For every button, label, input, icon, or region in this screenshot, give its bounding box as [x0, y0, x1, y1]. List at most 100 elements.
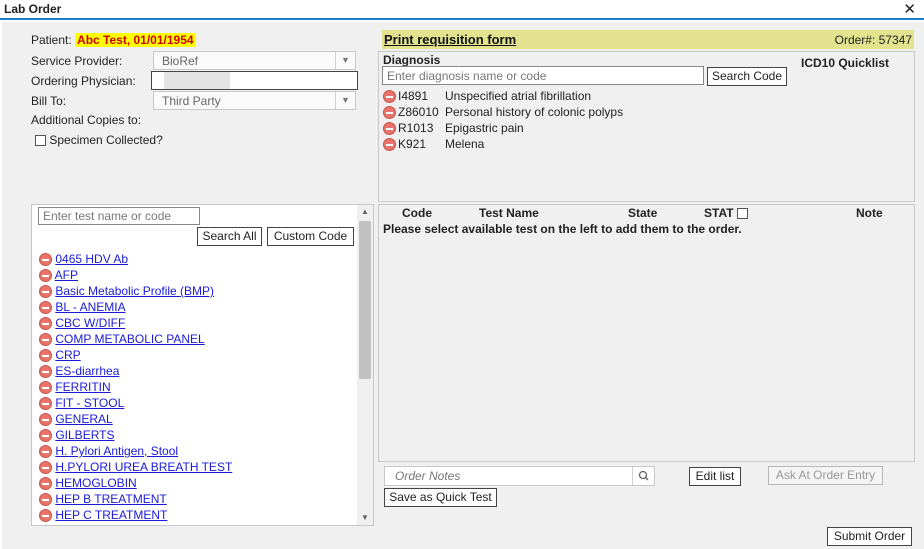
column-stat: STAT — [704, 206, 748, 220]
test-list-item: 0465 HDV Ab — [39, 252, 351, 268]
patient-label: Patient: — [31, 33, 72, 47]
test-list-item: GILBERTS — [39, 428, 351, 444]
remove-icon[interactable] — [39, 429, 52, 443]
remove-icon[interactable] — [39, 301, 52, 315]
submit-order-button[interactable]: Submit Order — [827, 527, 912, 546]
column-code: Code — [402, 206, 432, 220]
diagnosis-description: Personal history of colonic polyps — [445, 105, 624, 119]
diagnosis-description: Melena — [445, 137, 485, 151]
test-link[interactable]: COMP METABOLIC PANEL — [55, 332, 204, 346]
test-link[interactable]: HEP B TREATMENT — [55, 492, 166, 506]
search-all-button[interactable]: Search All — [197, 227, 262, 246]
scroll-up-arrow-icon[interactable]: ▲ — [358, 207, 372, 216]
test-link[interactable]: GENERAL — [55, 412, 112, 426]
save-quick-test-button[interactable]: Save as Quick Test — [384, 488, 497, 507]
close-icon[interactable]: ✕ — [903, 0, 916, 18]
test-search-panel: Enter test name or code Search All Custo… — [31, 204, 374, 526]
specimen-collected-checkbox[interactable] — [35, 135, 46, 147]
test-list-item: HEMOGLOBIN — [39, 476, 351, 492]
print-requisition-link[interactable]: Print requisition form — [384, 32, 516, 47]
diagnosis-code: I4891 — [398, 89, 429, 103]
remove-icon[interactable] — [39, 397, 52, 411]
ask-at-order-entry-button[interactable]: Ask At Order Entry — [768, 466, 883, 485]
remove-icon[interactable] — [39, 365, 52, 379]
remove-icon[interactable] — [39, 477, 52, 491]
edit-list-button[interactable]: Edit list — [689, 467, 741, 486]
test-link[interactable]: GILBERTS — [55, 428, 114, 442]
diagnosis-list: I4891 Unspecified atrial fibrillation Z860… — [383, 89, 903, 153]
specimen-collected-row: Specimen Collected? — [35, 133, 163, 147]
diagnosis-code: K921 — [398, 137, 427, 151]
custom-code-button[interactable]: Custom Code — [267, 227, 354, 246]
remove-icon[interactable] — [39, 461, 52, 475]
column-test-name: Test Name — [479, 206, 539, 220]
remove-icon[interactable] — [39, 285, 52, 299]
diagnosis-search-input[interactable]: Enter diagnosis name or code — [382, 66, 704, 85]
test-link[interactable]: H. Pylori Antigen, Stool — [55, 444, 178, 458]
search-icon[interactable] — [632, 467, 654, 485]
remove-icon[interactable] — [383, 90, 396, 104]
test-link[interactable]: HEP C TREATMENT — [55, 508, 167, 522]
title-bar: Lab Order ✕ — [0, 0, 924, 20]
diagnosis-item: I4891 Unspecified atrial fibrillation — [383, 89, 903, 105]
redacted-physician-name — [164, 72, 230, 89]
diagnosis-description: Unspecified atrial fibrillation — [445, 89, 592, 103]
service-provider-select[interactable]: BioRef ▼ — [153, 51, 356, 70]
stat-all-checkbox[interactable] — [736, 208, 748, 220]
diagnosis-description: Epigastric pain — [445, 121, 524, 135]
window-title: Lab Order — [4, 2, 62, 16]
remove-icon[interactable] — [39, 493, 52, 507]
test-list-item: GENERAL — [39, 412, 351, 428]
diagnosis-item: Z86010 Personal history of colonic polyps — [383, 105, 903, 121]
icd10-quicklist-link[interactable]: ICD10 Quicklist — [801, 56, 889, 70]
search-code-button[interactable]: Search Code — [707, 67, 787, 86]
test-link[interactable]: FIT - STOOL — [55, 396, 124, 410]
test-list-item: COMP METABOLIC PANEL — [39, 332, 351, 348]
test-list-item: HEP B TREATMENT — [39, 492, 351, 508]
test-list-item: H. Pylori Antigen, Stool — [39, 444, 351, 460]
scroll-thumb[interactable] — [359, 221, 371, 379]
test-search-input[interactable]: Enter test name or code — [38, 207, 200, 225]
diagnosis-heading: Diagnosis — [383, 53, 441, 67]
remove-icon[interactable] — [39, 509, 52, 523]
test-link[interactable]: H.PYLORI UREA BREATH TEST — [55, 460, 232, 474]
remove-icon[interactable] — [39, 381, 52, 395]
column-stat-label: STAT — [704, 206, 734, 220]
test-link[interactable]: CRP — [55, 348, 80, 362]
test-link[interactable]: 0465 HDV Ab — [55, 252, 128, 266]
order-number: Order#: 57347 — [834, 33, 912, 47]
test-link[interactable]: ES-diarrhea — [55, 364, 119, 378]
column-state: State — [628, 206, 658, 220]
scroll-down-arrow-icon[interactable]: ▼ — [358, 513, 372, 522]
remove-icon[interactable] — [39, 413, 52, 427]
remove-icon[interactable] — [383, 106, 396, 120]
remove-icon[interactable] — [39, 445, 52, 459]
test-link[interactable]: BL - ANEMIA — [55, 300, 125, 314]
remove-icon[interactable] — [39, 349, 52, 363]
order-notes-placeholder: Order Notes — [395, 469, 461, 483]
remove-icon[interactable] — [39, 269, 52, 283]
remove-icon[interactable] — [383, 138, 396, 152]
remove-icon[interactable] — [39, 317, 52, 331]
test-link[interactable]: CBC W/DIFF — [55, 316, 125, 330]
test-link[interactable]: AFP — [55, 268, 78, 282]
diagnosis-code: Z86010 — [398, 105, 439, 119]
test-list-item: FIT - STOOL — [39, 396, 351, 412]
remove-icon[interactable] — [39, 333, 52, 347]
remove-icon[interactable] — [383, 122, 396, 136]
order-notes-input[interactable]: Order Notes — [384, 466, 655, 486]
test-link[interactable]: HEMOGLOBIN — [55, 476, 136, 490]
test-link[interactable]: Basic Metabolic Profile (BMP) — [55, 284, 214, 298]
test-list-scrollbar[interactable]: ▲ ▼ — [357, 205, 373, 525]
bill-to-select[interactable]: Third Party ▼ — [153, 91, 356, 110]
test-link[interactable]: FERRITIN — [55, 380, 110, 394]
ordering-physician-field[interactable] — [151, 71, 358, 90]
test-list-item: HEP C TREATMENT — [39, 508, 351, 524]
bill-to-value: Third Party — [162, 94, 221, 108]
specimen-collected-label: Specimen Collected? — [49, 133, 163, 147]
patient-row: Patient: Abc Test, 01/01/1954 — [31, 33, 196, 47]
remove-icon[interactable] — [39, 253, 52, 267]
chevron-down-icon: ▼ — [335, 52, 355, 69]
test-search-placeholder: Enter test name or code — [43, 209, 172, 223]
service-provider-value: BioRef — [162, 54, 199, 68]
